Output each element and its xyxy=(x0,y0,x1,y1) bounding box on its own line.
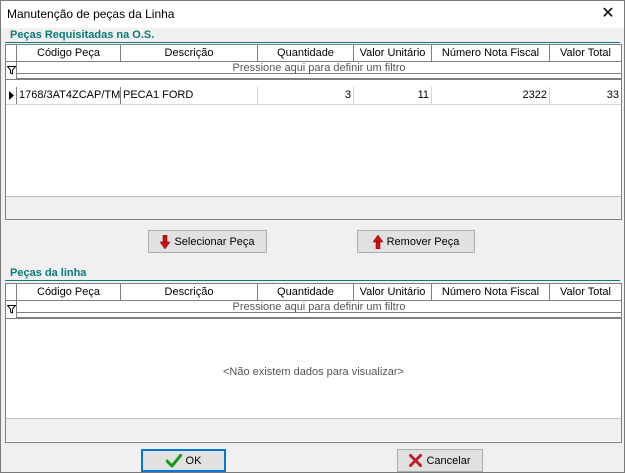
requested-section-title: Peças Requisitadas na O.S. xyxy=(10,29,155,41)
cell-quantidade: 3 xyxy=(258,87,354,104)
column-header-valor-total[interactable]: Valor Total xyxy=(550,45,621,61)
cell-valor-unitario: 11 xyxy=(354,87,432,104)
cancel-button[interactable]: Cancelar xyxy=(397,449,483,472)
requested-parts-grid[interactable]: Código Peça Descrição Quantidade Valor U… xyxy=(5,44,622,220)
column-header-quantidade[interactable]: Quantidade xyxy=(258,284,354,300)
filter-subrow xyxy=(17,314,621,318)
window-title: Manutenção de peças da Linha xyxy=(7,7,175,21)
filter-icon xyxy=(6,301,17,318)
remove-part-label: Remover Peça xyxy=(386,235,460,248)
column-header-nota-fiscal[interactable]: Número Nota Fiscal xyxy=(432,45,550,61)
column-header-nota-fiscal[interactable]: Número Nota Fiscal xyxy=(432,284,550,300)
title-bar: Manutenção de peças da Linha ✕ xyxy=(1,1,624,28)
checkmark-icon xyxy=(165,453,182,467)
line-parts-grid[interactable]: Código Peça Descrição Quantidade Valor U… xyxy=(5,283,622,443)
column-header-valor-unitario[interactable]: Valor Unitário xyxy=(354,284,432,300)
select-part-button[interactable]: Selecionar Peça xyxy=(148,230,267,253)
remove-part-button[interactable]: Remover Peça xyxy=(357,230,475,253)
close-button[interactable]: ✕ xyxy=(598,4,618,24)
row-selector-header xyxy=(6,284,17,300)
requested-filter-row[interactable]: Pressione aqui para definir um filtro xyxy=(6,62,621,80)
ok-button[interactable]: OK xyxy=(141,449,226,472)
column-header-codigo[interactable]: Código Peça xyxy=(17,284,121,300)
filter-subrow xyxy=(17,75,621,79)
line-section-rule xyxy=(5,280,620,281)
filter-prompt[interactable]: Pressione aqui para definir um filtro xyxy=(17,301,621,313)
row-pointer-icon xyxy=(6,87,17,104)
arrow-up-icon xyxy=(372,234,383,249)
table-row[interactable]: 1768/3AT4ZCAP/TM/ PECA1 FORD 3 11 2322 3… xyxy=(6,87,621,105)
row-selector-header xyxy=(6,45,17,61)
empty-state-message: <Não existem dados para visualizar> xyxy=(223,366,404,378)
cell-valor-total: 33 xyxy=(606,89,619,101)
requested-grid-footer xyxy=(6,196,621,219)
line-section-title: Peças da linha xyxy=(10,267,87,279)
cell-codigo: 1768/3AT4ZCAP/TM/ xyxy=(17,87,121,104)
requested-section-rule xyxy=(5,42,620,43)
column-header-quantidade[interactable]: Quantidade xyxy=(258,45,354,61)
column-header-codigo[interactable]: Código Peça xyxy=(17,45,121,61)
dialog-window: Manutenção de peças da Linha ✕ Peças Req… xyxy=(0,0,625,473)
filter-icon xyxy=(6,62,17,79)
line-grid-footer xyxy=(6,418,621,441)
select-part-label: Selecionar Peça xyxy=(174,235,255,248)
column-header-descricao[interactable]: Descrição xyxy=(121,284,258,300)
arrow-down-icon xyxy=(160,234,171,249)
cancel-label: Cancelar xyxy=(426,454,471,467)
column-header-valor-total[interactable]: Valor Total xyxy=(550,284,621,300)
column-header-valor-unitario[interactable]: Valor Unitário xyxy=(354,45,432,61)
cell-descricao: PECA1 FORD xyxy=(121,87,258,104)
line-filter-row[interactable]: Pressione aqui para definir um filtro xyxy=(6,301,621,319)
cell-nota-fiscal: 2322 xyxy=(432,87,550,104)
column-header-descricao[interactable]: Descrição xyxy=(121,45,258,61)
filter-prompt[interactable]: Pressione aqui para definir um filtro xyxy=(17,62,621,74)
line-grid-header: Código Peça Descrição Quantidade Valor U… xyxy=(6,284,621,301)
ok-label: OK xyxy=(185,454,202,467)
requested-grid-header: Código Peça Descrição Quantidade Valor U… xyxy=(6,45,621,62)
x-icon xyxy=(409,454,423,467)
